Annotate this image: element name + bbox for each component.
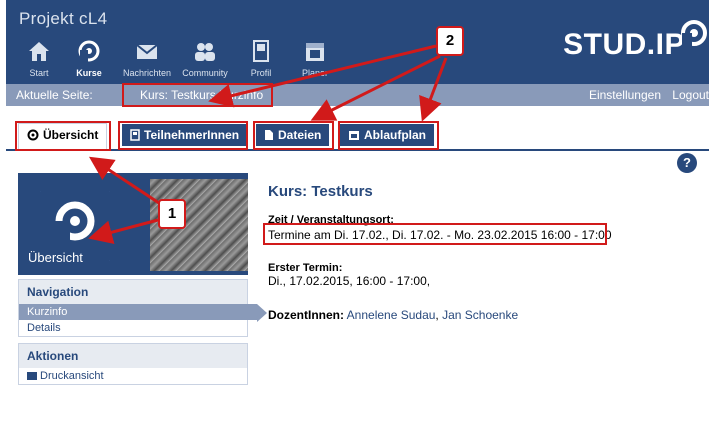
annotation-callout-2: 2 (436, 26, 464, 56)
annotation-callout-1: 1 (158, 199, 186, 229)
annotation-arrows (88, 44, 448, 244)
